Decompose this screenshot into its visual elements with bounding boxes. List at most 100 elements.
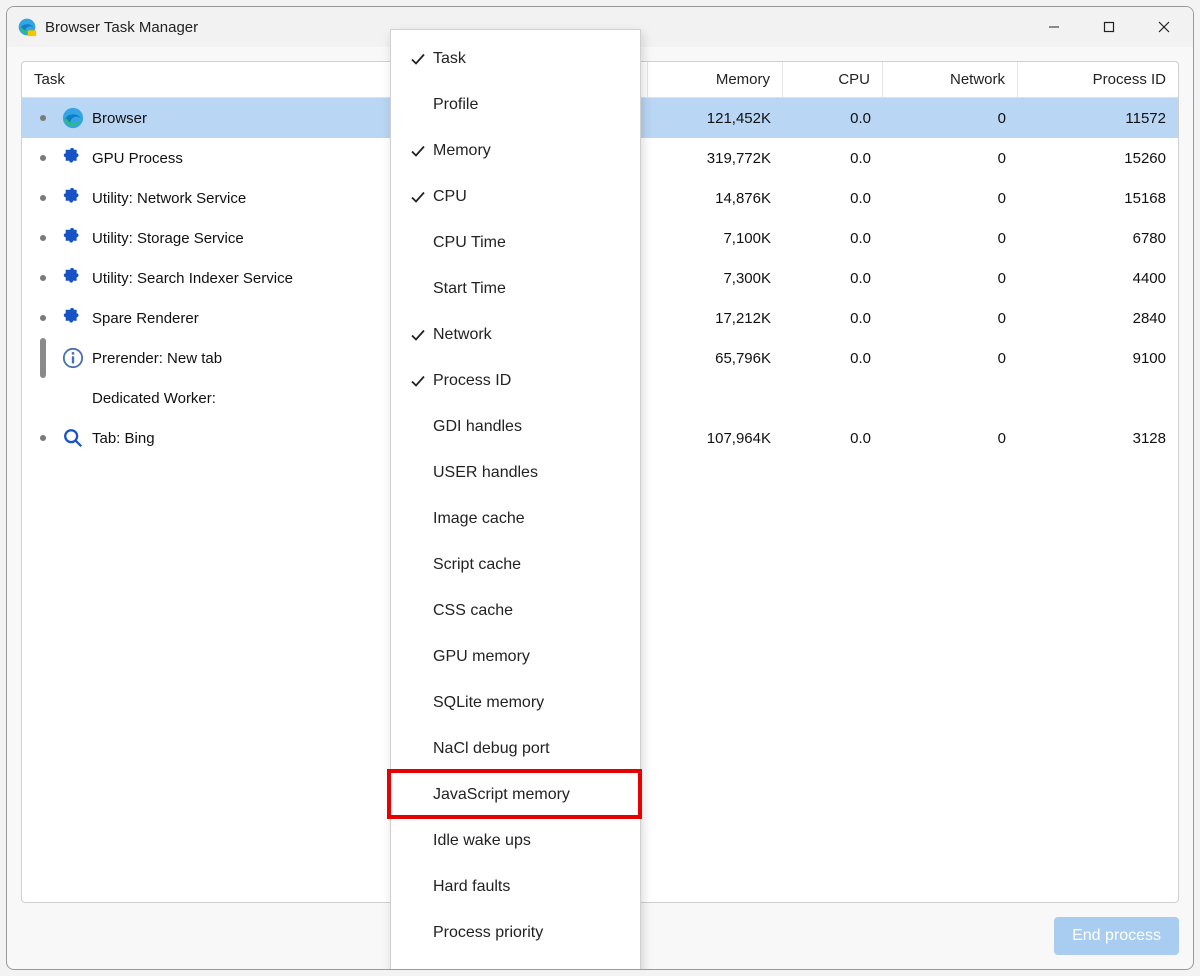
task-name: Spare Renderer	[92, 310, 199, 327]
window-title: Browser Task Manager	[45, 19, 198, 36]
search-icon	[62, 427, 84, 449]
edge-app-icon	[17, 17, 37, 37]
cell-cpu: 0.0	[783, 190, 883, 207]
cell-pid: 9100	[1018, 350, 1178, 367]
close-button[interactable]	[1136, 9, 1191, 45]
menu-item[interactable]: Process priority	[391, 910, 640, 956]
col-memory[interactable]: Memory	[648, 62, 783, 97]
menu-item[interactable]: USER handles	[391, 450, 640, 496]
menu-item-label: CPU Time	[433, 234, 640, 252]
menu-item-label: Memory	[433, 142, 640, 160]
menu-item[interactable]: CPU	[391, 174, 640, 220]
cell-memory: 107,964K	[648, 430, 783, 447]
col-cpu[interactable]: CPU	[783, 62, 883, 97]
menu-item-label: Script cache	[433, 556, 640, 574]
menu-item[interactable]: NaCl debug port	[391, 726, 640, 772]
menu-item-label: Task	[433, 50, 640, 68]
status-dot-icon	[40, 315, 46, 321]
menu-item[interactable]: GPU memory	[391, 634, 640, 680]
status-dot-icon	[40, 275, 46, 281]
maximize-button[interactable]	[1081, 9, 1136, 45]
menu-item[interactable]: Keepalive count	[391, 956, 640, 970]
col-network[interactable]: Network	[883, 62, 1018, 97]
menu-item-label: Image cache	[433, 510, 640, 528]
status-dot-icon	[40, 435, 46, 441]
menu-item-label: CPU	[433, 188, 640, 206]
col-process-id[interactable]: Process ID	[1018, 62, 1178, 97]
menu-item-label: Process priority	[433, 924, 640, 942]
menu-item[interactable]: SQLite memory	[391, 680, 640, 726]
menu-item[interactable]: Script cache	[391, 542, 640, 588]
puzzle-icon	[62, 147, 84, 169]
menu-item[interactable]: Start Time	[391, 266, 640, 312]
menu-item[interactable]: Profile	[391, 82, 640, 128]
check-icon	[403, 51, 433, 67]
menu-item[interactable]: Image cache	[391, 496, 640, 542]
menu-item-label: GPU memory	[433, 648, 640, 666]
cell-memory: 7,100K	[648, 230, 783, 247]
columns-context-menu: Task Profile Memory CPU CPU Time Start T…	[390, 29, 641, 970]
menu-item-label: Network	[433, 326, 640, 344]
cell-cpu: 0.0	[783, 350, 883, 367]
cell-memory: 17,212K	[648, 310, 783, 327]
cell-pid: 11572	[1018, 110, 1178, 127]
puzzle-icon	[62, 227, 84, 249]
cell-network: 0	[883, 430, 1018, 447]
menu-item[interactable]: CSS cache	[391, 588, 640, 634]
cell-memory: 65,796K	[648, 350, 783, 367]
task-name: Utility: Network Service	[92, 190, 246, 207]
end-process-button[interactable]: End process	[1054, 917, 1179, 955]
task-name: Tab: Bing	[92, 430, 155, 447]
task-name: Browser	[92, 110, 147, 127]
menu-item[interactable]: JavaScript memory	[391, 772, 640, 818]
puzzle-icon	[62, 267, 84, 289]
cell-memory: 319,772K	[648, 150, 783, 167]
cell-pid: 6780	[1018, 230, 1178, 247]
cell-pid: 2840	[1018, 310, 1178, 327]
cell-pid: 15260	[1018, 150, 1178, 167]
check-icon	[403, 327, 433, 343]
menu-item-label: JavaScript memory	[433, 786, 640, 804]
menu-item[interactable]: Process ID	[391, 358, 640, 404]
task-name: Dedicated Worker:	[92, 390, 216, 407]
status-dot-icon	[40, 115, 46, 121]
cell-network: 0	[883, 270, 1018, 287]
menu-item-label: Profile	[433, 96, 640, 114]
menu-item[interactable]: Hard faults	[391, 864, 640, 910]
menu-item[interactable]: Memory	[391, 128, 640, 174]
cell-cpu: 0.0	[783, 270, 883, 287]
menu-item[interactable]: Idle wake ups	[391, 818, 640, 864]
cell-cpu: 0.0	[783, 430, 883, 447]
cell-network: 0	[883, 190, 1018, 207]
cell-cpu: 0.0	[783, 310, 883, 327]
menu-item[interactable]: GDI handles	[391, 404, 640, 450]
cell-network: 0	[883, 110, 1018, 127]
cell-pid: 4400	[1018, 270, 1178, 287]
menu-item[interactable]: Network	[391, 312, 640, 358]
status-dot-icon	[40, 195, 46, 201]
menu-item-label: CSS cache	[433, 602, 640, 620]
cell-cpu: 0.0	[783, 230, 883, 247]
menu-item[interactable]: CPU Time	[391, 220, 640, 266]
menu-item[interactable]: Task	[391, 36, 640, 82]
menu-item-label: SQLite memory	[433, 694, 640, 712]
drag-handle-icon[interactable]	[40, 338, 46, 378]
menu-item-label: USER handles	[433, 464, 640, 482]
status-dot-icon	[40, 235, 46, 241]
minimize-button[interactable]	[1026, 9, 1081, 45]
check-icon	[403, 373, 433, 389]
cell-memory: 121,452K	[648, 110, 783, 127]
task-manager-window: Browser Task Manager Task Memory CPU Net…	[6, 6, 1194, 970]
cell-cpu: 0.0	[783, 110, 883, 127]
edge-icon	[62, 107, 84, 129]
cell-memory: 7,300K	[648, 270, 783, 287]
puzzle-icon	[62, 187, 84, 209]
menu-item-label: NaCl debug port	[433, 740, 640, 758]
cell-pid: 3128	[1018, 430, 1178, 447]
menu-item-label: Hard faults	[433, 878, 640, 896]
check-icon	[403, 189, 433, 205]
menu-item-label: Start Time	[433, 280, 640, 298]
cell-cpu: 0.0	[783, 150, 883, 167]
cell-memory: 14,876K	[648, 190, 783, 207]
status-dot-icon	[40, 155, 46, 161]
